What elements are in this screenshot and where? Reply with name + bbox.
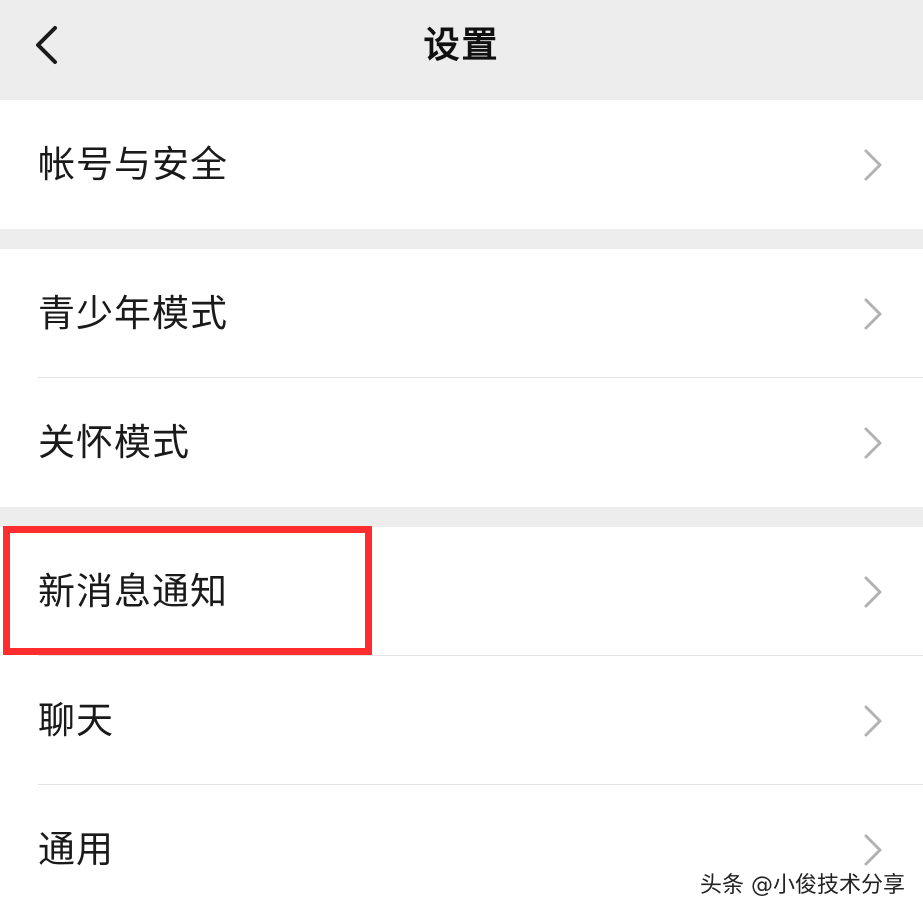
page-title: 设置 — [423, 25, 500, 66]
settings-item-label: 关怀模式 — [38, 421, 190, 464]
chevron-right-icon — [864, 834, 882, 866]
settings-screen: 设置 帐号与安全 青少年模式 关怀模式 新消息通知 聊天 通用 头条 @小俊技术… — [0, 0, 923, 923]
settings-group-modes: 青少年模式 关怀模式 — [0, 249, 923, 507]
settings-group-account: 帐号与安全 — [0, 100, 923, 229]
watermark-text: 头条 @小俊技术分享 — [700, 873, 905, 898]
chevron-right-icon — [864, 705, 882, 737]
chevron-right-icon — [864, 149, 882, 181]
chevron-right-icon — [864, 576, 882, 608]
settings-item-account-security[interactable]: 帐号与安全 — [0, 100, 923, 229]
settings-item-label: 帐号与安全 — [38, 143, 228, 186]
settings-item-label: 新消息通知 — [38, 570, 228, 613]
settings-item-label: 聊天 — [38, 699, 114, 742]
settings-item-care-mode[interactable]: 关怀模式 — [0, 378, 923, 507]
settings-item-label: 青少年模式 — [38, 292, 228, 335]
settings-group-general: 新消息通知 聊天 通用 — [0, 527, 923, 923]
chevron-right-icon — [864, 427, 882, 459]
chevron-right-icon — [864, 298, 882, 330]
settings-item-chat[interactable]: 聊天 — [0, 656, 923, 785]
settings-item-new-message-notification[interactable]: 新消息通知 — [0, 527, 923, 656]
settings-item-label: 通用 — [38, 828, 114, 871]
settings-item-teen-mode[interactable]: 青少年模式 — [0, 249, 923, 378]
navigation-bar: 设置 — [0, 0, 923, 98]
